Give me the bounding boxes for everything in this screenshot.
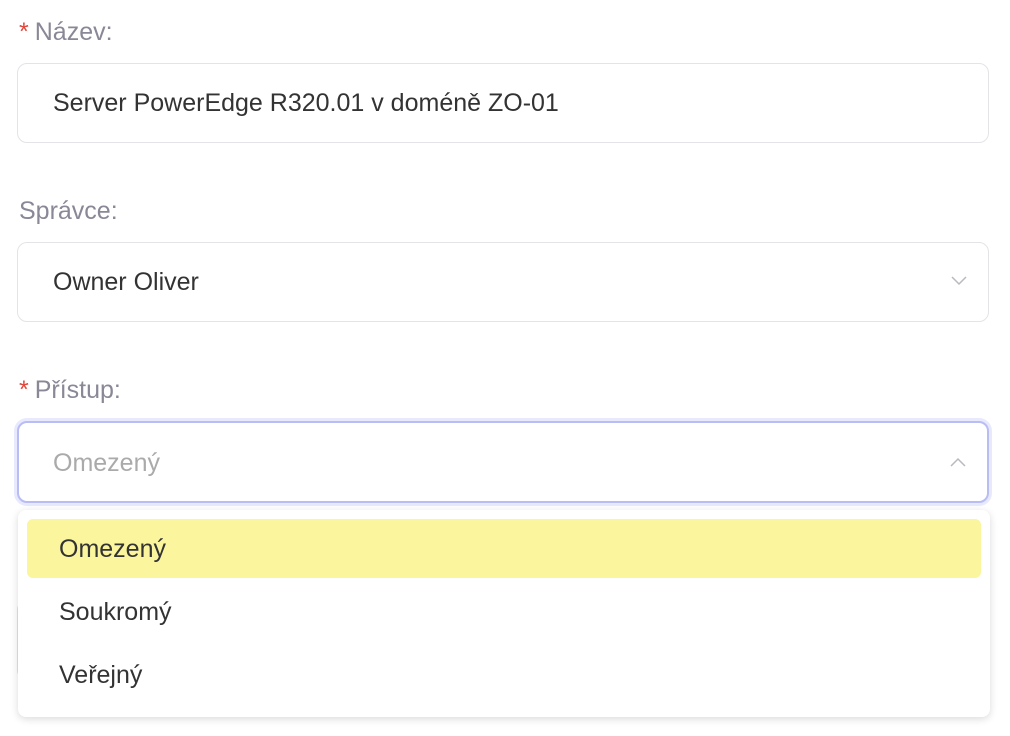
option-soukromy[interactable]: Soukromý xyxy=(27,582,981,641)
chevron-down-icon xyxy=(951,276,967,286)
option-omezeny[interactable]: Omezený xyxy=(27,519,981,578)
chevron-up-icon xyxy=(950,457,966,467)
name-input[interactable]: Server PowerEdge R320.01 v doméně ZO-01 xyxy=(17,63,989,143)
admin-select[interactable]: Owner Oliver xyxy=(17,242,989,322)
admin-select-value: Owner Oliver xyxy=(53,268,199,296)
required-mark: * xyxy=(19,18,29,46)
name-input-value: Server PowerEdge R320.01 v doméně ZO-01 xyxy=(53,89,559,117)
required-mark: * xyxy=(19,376,29,404)
option-label: Veřejný xyxy=(59,661,143,689)
access-select-placeholder: Omezený xyxy=(53,449,160,477)
name-label-text: Název: xyxy=(34,18,113,46)
name-label: * Název: xyxy=(19,18,113,47)
option-label: Soukromý xyxy=(59,598,172,626)
access-label-text: Přístup: xyxy=(34,376,121,404)
admin-label: Správce: xyxy=(19,197,118,225)
access-dropdown-menu: Omezený Soukromý Veřejný xyxy=(18,510,990,717)
access-select[interactable]: Omezený xyxy=(17,421,989,503)
option-verejny[interactable]: Veřejný xyxy=(27,645,981,704)
option-label: Omezený xyxy=(59,535,166,563)
access-label: * Přístup: xyxy=(19,376,121,405)
